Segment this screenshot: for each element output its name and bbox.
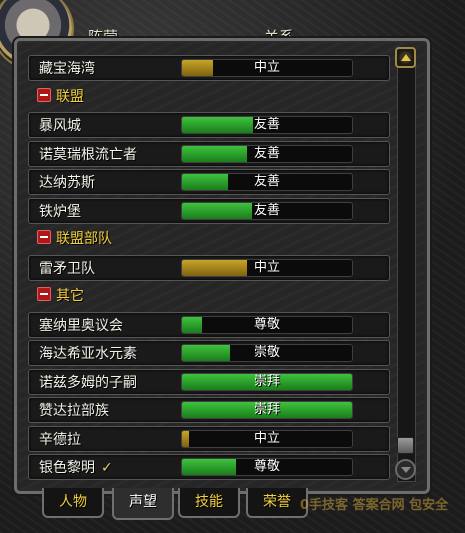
faction-group-header[interactable]: 其它 <box>28 283 388 307</box>
reputation-bar: 崇拜 <box>181 401 353 419</box>
reputation-bar: 尊敬 <box>181 458 353 476</box>
tab-skills[interactable]: 技能 <box>178 488 240 518</box>
reputation-bar: 友善 <box>181 145 353 163</box>
faction-name: 塞纳里奥议会 <box>39 315 123 335</box>
faction-group-label: 其它 <box>56 288 84 304</box>
faction-row[interactable]: 铁炉堡 友善 <box>28 198 390 224</box>
standing-label: 友善 <box>253 203 280 218</box>
standing-label: 尊敬 <box>253 317 280 332</box>
faction-name-text: 海达希亚水元素 <box>39 346 137 362</box>
scrollbar-thumb[interactable] <box>397 437 414 454</box>
faction-row[interactable]: 诺兹多姆的子嗣 崇拜 <box>28 369 390 395</box>
faction-name-text: 赞达拉部族 <box>39 403 109 419</box>
faction-name: 诺兹多姆的子嗣 <box>39 372 137 392</box>
faction-name: 铁炉堡 <box>39 201 81 221</box>
collapse-icon[interactable] <box>37 88 51 102</box>
faction-row[interactable]: 暴风城 友善 <box>28 112 390 138</box>
standing-label: 友善 <box>253 117 280 132</box>
faction-name: 诺莫瑞根流亡者 <box>39 144 137 164</box>
standing-label: 中立 <box>253 260 280 275</box>
reputation-bar: 友善 <box>181 173 353 191</box>
reputation-bar: 尊敬 <box>181 316 353 334</box>
faction-group-label: 联盟 <box>56 89 84 105</box>
tab-honor[interactable]: 荣誉 <box>246 488 308 518</box>
faction-row[interactable]: 辛德拉 中立 <box>28 426 390 452</box>
faction-name-text: 辛德拉 <box>39 432 81 448</box>
faction-group-label: 联盟部队 <box>56 231 112 247</box>
faction-name-text: 雷矛卫队 <box>39 261 95 277</box>
standing-label: 崇敬 <box>253 345 280 360</box>
faction-name-text: 暴风城 <box>39 118 81 134</box>
faction-group-header[interactable]: 联盟 <box>28 84 388 108</box>
faction-name-text: 达纳苏斯 <box>39 175 95 191</box>
reputation-bar: 友善 <box>181 116 353 134</box>
reputation-bar: 中立 <box>181 430 353 448</box>
standing-label: 崇拜 <box>253 402 280 417</box>
faction-name-text: 诺兹多姆的子嗣 <box>39 375 137 391</box>
standing-label: 友善 <box>253 146 280 161</box>
faction-name: 辛德拉 <box>39 429 81 449</box>
faction-name-text: 塞纳里奥议会 <box>39 318 123 334</box>
faction-name: 达纳苏斯 <box>39 172 95 192</box>
faction-row[interactable]: 藏宝海湾 中立 <box>28 55 390 81</box>
reputation-bar: 中立 <box>181 259 353 277</box>
faction-row[interactable]: 赞达拉部族 崇拜 <box>28 397 390 423</box>
reputation-bar: 崇拜 <box>181 373 353 391</box>
faction-name: 海达希亚水元素 <box>39 343 137 363</box>
faction-name: 藏宝海湾 <box>39 58 95 78</box>
standing-label: 尊敬 <box>253 459 280 474</box>
standing-label: 友善 <box>253 174 280 189</box>
faction-row[interactable]: 诺莫瑞根流亡者 友善 <box>28 141 390 167</box>
faction-name-text: 铁炉堡 <box>39 204 81 220</box>
faction-row[interactable]: 塞纳里奥议会 尊敬 <box>28 312 390 338</box>
faction-name-text: 诺莫瑞根流亡者 <box>39 147 137 163</box>
watermark: 0手技客 答案合网 包安全 <box>300 498 449 513</box>
faction-name: 银色黎明 ✓ <box>39 457 113 477</box>
scroll-down-button[interactable] <box>395 459 416 480</box>
tab-character[interactable]: 人物 <box>42 488 104 518</box>
tab-reputation[interactable]: 声望 <box>112 488 174 520</box>
standing-label: 中立 <box>253 431 280 446</box>
reputation-window: 阵营 关系 藏宝海湾 中立 联盟 暴风城 友善 诺莫瑞根流亡者 友善 达纳苏斯 友善 铁炉堡 友善联… <box>0 0 465 533</box>
faction-name: 赞达拉部族 <box>39 400 109 420</box>
faction-row[interactable]: 海达希亚水元素 崇敬 <box>28 340 390 366</box>
watched-check-icon: ✓ <box>101 460 113 476</box>
faction-name: 雷矛卫队 <box>39 258 95 278</box>
standing-label: 崇拜 <box>253 374 280 389</box>
faction-name-text: 藏宝海湾 <box>39 61 95 77</box>
scroll-up-button[interactable] <box>395 47 416 68</box>
reputation-bar: 中立 <box>181 59 353 77</box>
faction-name-text: 银色黎明 <box>39 460 95 476</box>
collapse-icon[interactable] <box>37 287 51 301</box>
reputation-bar: 友善 <box>181 202 353 220</box>
faction-row[interactable]: 雷矛卫队 中立 <box>28 255 390 281</box>
faction-row[interactable]: 达纳苏斯 友善 <box>28 169 390 195</box>
faction-group-header[interactable]: 联盟部队 <box>28 226 388 250</box>
collapse-icon[interactable] <box>37 230 51 244</box>
scrollbar-track[interactable] <box>397 50 416 482</box>
faction-row[interactable]: 银色黎明 ✓ 尊敬 <box>28 454 390 480</box>
standing-label: 中立 <box>253 60 280 75</box>
reputation-bar: 崇敬 <box>181 344 353 362</box>
faction-name: 暴风城 <box>39 115 81 135</box>
